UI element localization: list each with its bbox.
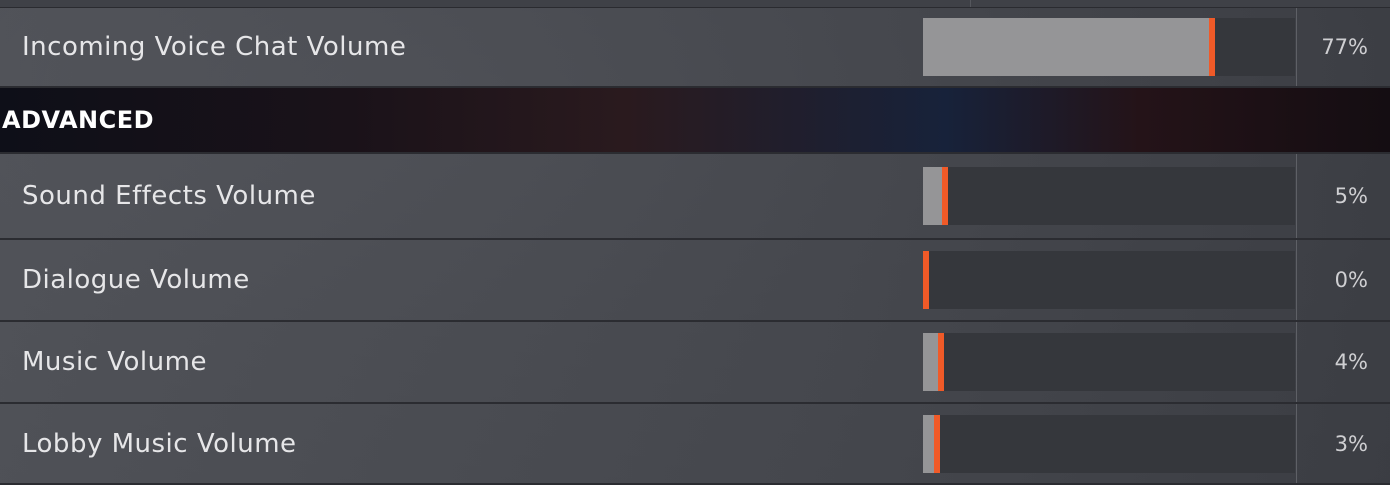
- setting-value: 0%: [1334, 268, 1368, 292]
- setting-value: 4%: [1334, 350, 1368, 374]
- volume-slider[interactable]: [923, 167, 1295, 225]
- setting-row-dialogue: Dialogue Volume 0%: [0, 240, 1390, 322]
- slider-handle[interactable]: [923, 251, 929, 309]
- setting-value: 3%: [1334, 431, 1368, 456]
- volume-slider[interactable]: [923, 251, 1295, 309]
- slider-handle[interactable]: [1209, 18, 1215, 76]
- value-divider: [1296, 240, 1297, 320]
- setting-row-lobby-music: Lobby Music Volume 3%: [0, 404, 1390, 485]
- setting-label: Lobby Music Volume: [22, 428, 297, 459]
- value-divider: [1296, 8, 1297, 86]
- setting-row-incoming-voice: Incoming Voice Chat Volume 77%: [0, 8, 1390, 88]
- volume-slider[interactable]: [923, 18, 1295, 76]
- value-divider: [1296, 322, 1297, 402]
- section-title: ADVANCED: [2, 106, 155, 134]
- setting-value: 77%: [1321, 35, 1368, 59]
- volume-slider[interactable]: [923, 333, 1295, 391]
- top-divider: [970, 0, 971, 7]
- setting-label: Incoming Voice Chat Volume: [22, 32, 407, 62]
- slider-fill: [923, 18, 1209, 76]
- section-header-advanced: ADVANCED: [0, 88, 1390, 154]
- top-partial-row: [0, 0, 1390, 8]
- setting-label: Dialogue Volume: [22, 265, 250, 295]
- value-divider: [1296, 404, 1297, 483]
- slider-handle[interactable]: [938, 333, 944, 391]
- volume-slider[interactable]: [923, 414, 1295, 473]
- setting-value: 5%: [1334, 184, 1368, 208]
- slider-fill: [923, 333, 938, 391]
- slider-fill: [923, 167, 942, 225]
- slider-handle[interactable]: [942, 167, 948, 225]
- setting-row-music: Music Volume 4%: [0, 322, 1390, 404]
- value-divider: [1296, 154, 1297, 238]
- setting-label: Music Volume: [22, 347, 207, 377]
- slider-fill: [923, 414, 934, 473]
- setting-row-sound-effects: Sound Effects Volume 5%: [0, 154, 1390, 240]
- setting-label: Sound Effects Volume: [22, 181, 316, 211]
- slider-handle[interactable]: [934, 414, 940, 473]
